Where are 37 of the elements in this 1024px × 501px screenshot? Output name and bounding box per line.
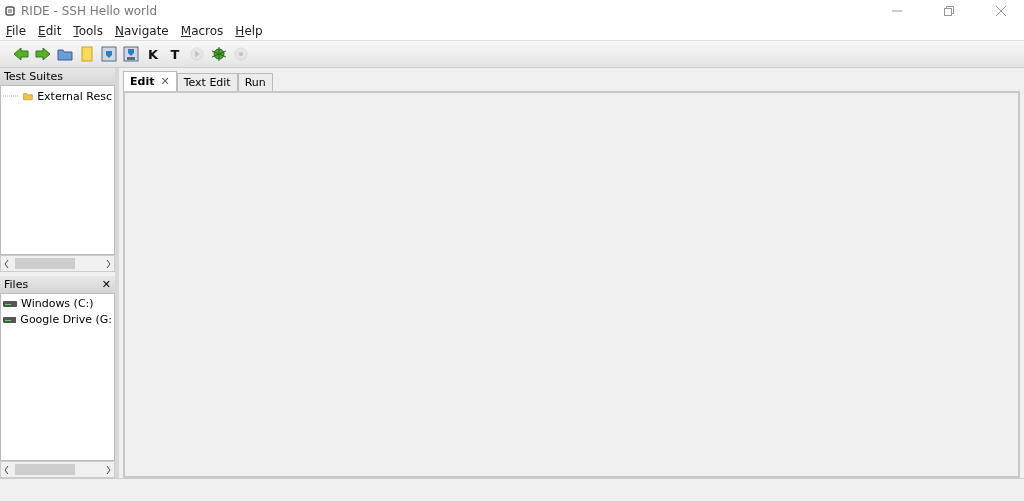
tree-item[interactable]: External Resc: [37, 89, 112, 103]
menu-item[interactable]: Macros: [180, 24, 224, 38]
horizontal-scrollbar[interactable]: [0, 461, 115, 478]
scroll-right-icon[interactable]: [106, 465, 111, 474]
drive-item[interactable]: Windows (C:): [21, 297, 94, 310]
tree-line-icon: [3, 95, 20, 97]
menu-item[interactable]: File: [6, 24, 27, 38]
close-tab-button[interactable]: ✕: [160, 75, 170, 88]
panel-header: Files: [4, 278, 29, 291]
keyword-button[interactable]: K: [144, 45, 162, 63]
folder-icon[interactable]: [57, 46, 73, 62]
panel-header: Test Suites: [0, 68, 115, 85]
back-arrow-icon[interactable]: [13, 46, 29, 62]
scroll-left-icon[interactable]: [4, 259, 9, 268]
close-button[interactable]: ✕: [101, 278, 111, 291]
forward-arrow-icon[interactable]: [35, 46, 51, 62]
app-icon: [5, 6, 15, 16]
menu-item[interactable]: Navigate: [114, 24, 169, 38]
save-icon[interactable]: [123, 46, 139, 62]
drive-icon: [3, 300, 17, 307]
horizontal-scrollbar[interactable]: [0, 255, 115, 272]
menu-item[interactable]: Help: [235, 24, 263, 38]
drive-icon: [3, 316, 17, 323]
window-title: RIDE - SSH Hello world: [21, 4, 158, 18]
save-icon[interactable]: [101, 46, 117, 62]
tab[interactable]: Run: [237, 73, 273, 91]
bug-icon[interactable]: [211, 46, 227, 62]
tab[interactable]: Edit ✕: [123, 71, 177, 91]
restore-icon[interactable]: [944, 6, 954, 16]
scroll-left-icon[interactable]: [4, 465, 9, 474]
scroll-right-icon[interactable]: [106, 259, 111, 268]
menu-item[interactable]: Edit: [38, 24, 62, 38]
drive-item[interactable]: Google Drive (G:: [20, 313, 112, 326]
menu-item[interactable]: Tools: [73, 24, 103, 38]
keyword-button[interactable]: T: [166, 45, 184, 63]
close-icon[interactable]: [996, 6, 1006, 16]
tab[interactable]: Text Edit: [176, 73, 238, 91]
